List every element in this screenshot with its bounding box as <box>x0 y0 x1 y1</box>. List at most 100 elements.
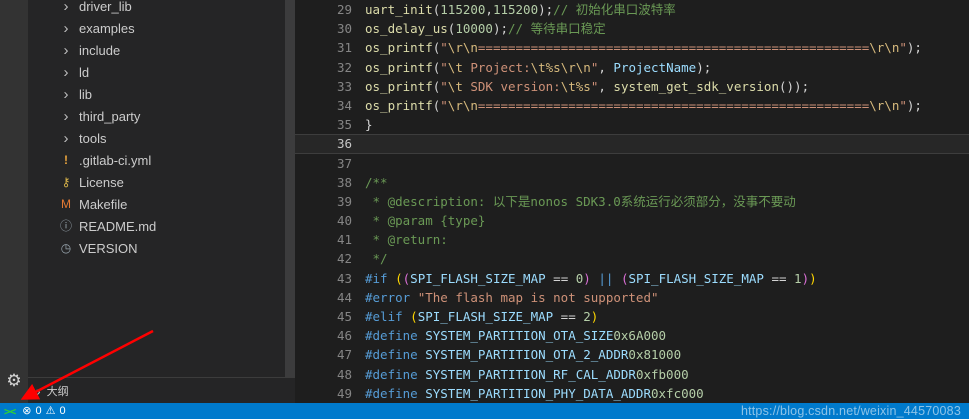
code-lines: 29 uart_init(115200,115200);// 初始化串口波特率 30… <box>295 0 969 403</box>
code-line-36[interactable]: 36 <box>295 134 969 154</box>
line-content: * @description: 以下是nonos SDK3.0系统运行必须部分，… <box>365 193 796 209</box>
warning-count: 0 <box>59 405 66 417</box>
line-number: 29 <box>336 2 352 17</box>
line-number: 49 <box>336 385 352 401</box>
line-number: 42 <box>336 251 352 267</box>
line-content: } <box>365 117 373 133</box>
explorer-sidebar: › driver_lib › examples › include › ld › lib › thir… <box>28 0 295 403</box>
sidebar-item-include[interactable]: › include <box>28 39 295 61</box>
sidebar-item-lib[interactable]: › lib <box>28 83 295 105</box>
file-label: third_party <box>79 108 141 124</box>
file-label: .gitlab-ci.yml <box>79 152 152 168</box>
line-number: 38 <box>336 174 352 190</box>
file-label: README.md <box>79 218 157 234</box>
file-label: tools <box>79 130 107 146</box>
file-label: Makefile <box>79 196 128 212</box>
sidebar-item-third-party[interactable]: › third_party <box>28 105 295 127</box>
code-line-32[interactable]: 32 os_printf("\t Project:\t%s\r\n", Proje… <box>295 58 969 77</box>
line-number: 36 <box>336 136 352 152</box>
line-number: 32 <box>336 59 352 75</box>
sidebar-item-examples[interactable]: › examples <box>28 17 295 39</box>
code-line-46[interactable]: 46 #define SYSTEM_PARTITION_OTA_SIZE0x6A0… <box>295 326 969 345</box>
sidebar-item--gitlab-ci-yml[interactable]: ! .gitlab-ci.yml <box>28 149 295 171</box>
line-content: #error "The flash map is not supported" <box>365 289 659 305</box>
line-content: * @param {type} <box>365 213 486 229</box>
line-content: os_delay_us(10000);// 等待串口稳定 <box>365 21 606 37</box>
line-content: * @return: <box>365 232 448 248</box>
version-clock-icon: ◷ <box>60 241 72 255</box>
code-line-38[interactable]: 38 /** <box>295 173 969 192</box>
line-content: os_printf("\t Project:\t%s\r\n", Project… <box>365 59 712 75</box>
line-content <box>352 154 365 173</box>
chevron-right-icon: › <box>63 0 69 15</box>
error-count: 0 <box>35 405 42 417</box>
workbench: ⚙ › driver_lib › examples › include › ld › lib › th… <box>0 0 969 403</box>
chevron-right-icon: › <box>63 41 69 59</box>
sidebar-item-ld[interactable]: › ld <box>28 61 295 83</box>
chevron-right-icon: › <box>63 85 69 103</box>
watermark-url: https://blog.csdn.net/weixin_44570083 <box>740 404 961 418</box>
sidebar-item-license[interactable]: ⚷ License <box>28 171 295 193</box>
code-line-42[interactable]: 42 */ <box>295 249 969 268</box>
chevron-right-icon: › <box>36 382 41 399</box>
file-label: driver_lib <box>79 0 132 14</box>
line-number: 35 <box>336 117 352 133</box>
outline-label: 大纲 <box>46 385 69 398</box>
code-line-43[interactable]: 43 #if ((SPI_FLASH_SIZE_MAP == 0) || (SPI… <box>295 269 969 288</box>
code-line-30[interactable]: 30 os_delay_us(10000);// 等待串口稳定 <box>295 19 969 38</box>
code-line-35[interactable]: 35} <box>295 115 969 134</box>
line-content: uart_init(115200,115200);// 初始化串口波特率 <box>365 2 676 17</box>
code-line-29[interactable]: 29 uart_init(115200,115200);// 初始化串口波特率 <box>295 0 969 19</box>
code-line-45[interactable]: 45 #elif (SPI_FLASH_SIZE_MAP == 2) <box>295 307 969 326</box>
settings-gear-icon[interactable]: ⚙ <box>6 372 21 389</box>
code-line-44[interactable]: 44 #error "The flash map is not supported… <box>295 288 969 307</box>
chevron-right-icon: › <box>63 63 69 81</box>
line-number: 47 <box>336 347 352 363</box>
license-icon: ⚷ <box>61 175 71 189</box>
activity-bar: ⚙ <box>0 0 28 403</box>
sidebar-item-makefile[interactable]: M Makefile <box>28 193 295 215</box>
line-number: 37 <box>336 155 352 171</box>
file-tree: › driver_lib › examples › include › ld › lib › thir… <box>28 0 295 377</box>
file-label: include <box>79 42 121 58</box>
line-content: #elif (SPI_FLASH_SIZE_MAP == 2) <box>365 309 599 324</box>
code-line-40[interactable]: 40 * @param {type} <box>295 211 969 230</box>
file-label: lib <box>79 86 93 102</box>
code-line-37[interactable]: 37 <box>295 154 969 173</box>
sidebar-item-tools[interactable]: › tools <box>28 127 295 149</box>
chevron-right-icon: › <box>63 107 69 125</box>
line-content: #define SYSTEM_PARTITION_RF_CAL_ADDR0xfb… <box>365 366 689 382</box>
code-line-47[interactable]: 47 #define SYSTEM_PARTITION_OTA_2_ADDR0x8… <box>295 345 969 364</box>
code-editor[interactable]: 29 uart_init(115200,115200);// 初始化串口波特率 30… <box>295 0 969 403</box>
line-number: 33 <box>336 78 352 94</box>
sidebar-item-version[interactable]: ◷ VERSION <box>28 237 295 259</box>
line-content <box>352 134 365 153</box>
code-line-34[interactable]: 34 os_printf("\r\n=======================… <box>295 96 969 115</box>
outline-section-header[interactable]: › 大纲 <box>28 377 295 403</box>
code-line-49[interactable]: 49 #define SYSTEM_PARTITION_PHY_DATA_ADDR… <box>295 384 969 403</box>
sidebar-scrollbar[interactable] <box>285 0 295 377</box>
file-label: License <box>79 174 124 190</box>
warning-icon: ⚠ <box>45 405 56 417</box>
code-line-31[interactable]: 31 os_printf("\r\n=======================… <box>295 38 969 57</box>
line-content: os_printf("\r\n=========================… <box>365 40 922 56</box>
code-line-48[interactable]: 48 #define SYSTEM_PARTITION_RF_CAL_ADDR0x… <box>295 365 969 384</box>
code-line-33[interactable]: 33 os_printf("\t SDK version:\t%s", syste… <box>295 77 969 96</box>
sidebar-item-driver-lib[interactable]: › driver_lib <box>28 0 295 17</box>
line-number: 30 <box>336 21 352 37</box>
line-number: 41 <box>336 232 352 248</box>
line-number: 44 <box>336 289 352 305</box>
line-content: #define SYSTEM_PARTITION_OTA_2_ADDR0x810… <box>365 347 682 363</box>
sidebar-item-readme-md[interactable]: ⓘ README.md <box>28 215 295 237</box>
code-line-39[interactable]: 39 * @description: 以下是nonos SDK3.0系统运行必须… <box>295 192 969 211</box>
line-number: 39 <box>336 193 352 209</box>
line-content: os_printf("\t SDK version:\t%s", system_… <box>365 78 810 94</box>
line-content: */ <box>365 251 388 267</box>
problems-status[interactable]: ⊗ 0 ⚠ 0 <box>22 403 65 419</box>
line-content: os_printf("\r\n=========================… <box>365 97 922 113</box>
code-line-41[interactable]: 41 * @return: <box>295 230 969 249</box>
file-label: ld <box>79 64 90 80</box>
remote-indicator-icon[interactable]: >< <box>0 405 22 418</box>
readme-info-icon: ⓘ <box>59 219 72 233</box>
error-icon: ⊗ <box>22 405 32 417</box>
